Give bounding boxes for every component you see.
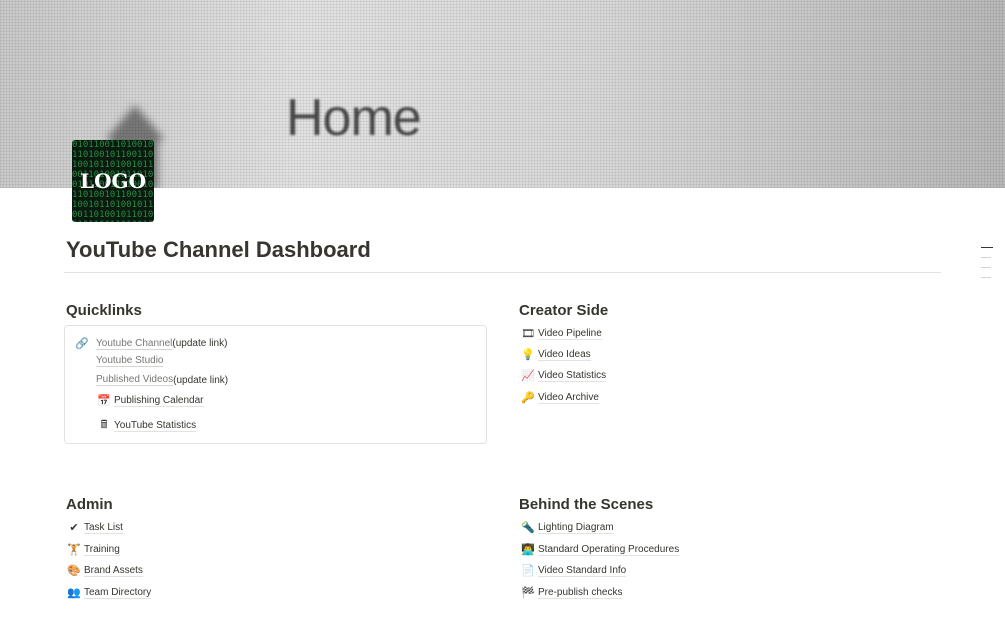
chart-icon: 📈 [520, 369, 536, 382]
admin-heading: Admin [66, 496, 113, 513]
key-icon: 🔑 [520, 391, 536, 404]
page-link-youtube-statistics[interactable]: 🖩YouTube Statistics [96, 416, 196, 435]
page-link-training[interactable]: 🏋Training [66, 543, 120, 556]
link-label: Standard Operating Procedures [538, 544, 679, 556]
link-label: Pre-publish checks [538, 587, 622, 599]
youtube-channel-link[interactable]: Youtube Channel [96, 338, 172, 350]
film-icon: 🎞 [520, 327, 536, 340]
link-label: Publishing Calendar [114, 395, 204, 407]
creator-side-heading: Creator Side [519, 302, 608, 319]
flashlight-icon: 🔦 [520, 521, 536, 534]
link-label: Training [84, 544, 120, 556]
lightbulb-icon: 💡 [520, 348, 536, 361]
checkered-flag-icon: 🏁 [520, 586, 536, 599]
link-label: Team Directory [84, 587, 151, 599]
link-label: Task List [84, 522, 123, 534]
link-icon: 🔗 [74, 337, 90, 350]
quicklinks-heading: Quicklinks [66, 302, 142, 319]
link-label: Video Statistics [538, 370, 606, 382]
table-of-contents[interactable] [981, 247, 993, 287]
link-label: Video Pipeline [538, 328, 602, 340]
page-link-pre-publish-checks[interactable]: 🏁Pre-publish checks [520, 586, 622, 599]
youtube-studio-link[interactable]: Youtube Studio [96, 355, 163, 367]
divider [64, 272, 941, 273]
cover-word: Home [286, 88, 421, 148]
link-label: Video Archive [538, 392, 599, 404]
page-title: YouTube Channel Dashboard [66, 237, 371, 263]
link-label: Brand Assets [84, 565, 143, 577]
link-label: Lighting Diagram [538, 522, 614, 534]
behind-the-scenes-heading: Behind the Scenes [519, 496, 653, 513]
page-link-task-list[interactable]: ✔Task List [66, 521, 123, 534]
update-note: (update link) [172, 338, 227, 349]
calendar-icon: 📅 [96, 394, 112, 407]
dumbbell-icon: 🏋 [66, 543, 82, 556]
technologist-icon: 👨‍💻 [520, 543, 536, 556]
page-link-publishing-calendar[interactable]: 📅Publishing Calendar [96, 394, 204, 407]
page-link-video-ideas[interactable]: 💡Video Ideas [520, 348, 591, 361]
logo-text: LOGO [80, 169, 146, 193]
published-videos-link[interactable]: Published Videos [96, 374, 173, 386]
calculator-icon: 🖩 [96, 416, 112, 435]
check-icon: ✔ [66, 521, 82, 534]
page-icon-logo: 0101100110100101101001011001101001011010… [72, 140, 154, 222]
document-icon: 📄 [520, 564, 536, 577]
page-link-video-archive[interactable]: 🔑Video Archive [520, 391, 599, 404]
page-link-video-pipeline[interactable]: 🎞Video Pipeline [520, 327, 602, 340]
link-label: Video Ideas [538, 349, 591, 361]
page-link-brand-assets[interactable]: 🎨Brand Assets [66, 564, 143, 577]
link-label: Video Standard Info [538, 565, 626, 577]
page-link-sop[interactable]: 👨‍💻Standard Operating Procedures [520, 543, 679, 556]
page-link-team-directory[interactable]: 👥Team Directory [66, 586, 151, 599]
page-link-lighting-diagram[interactable]: 🔦Lighting Diagram [520, 521, 614, 534]
people-icon: 👥 [66, 586, 82, 599]
page-link-video-statistics[interactable]: 📈Video Statistics [520, 369, 606, 382]
update-note: (update link) [173, 375, 228, 386]
palette-icon: 🎨 [66, 564, 82, 577]
page-link-video-standard-info[interactable]: 📄Video Standard Info [520, 564, 626, 577]
link-label: YouTube Statistics [114, 420, 196, 432]
